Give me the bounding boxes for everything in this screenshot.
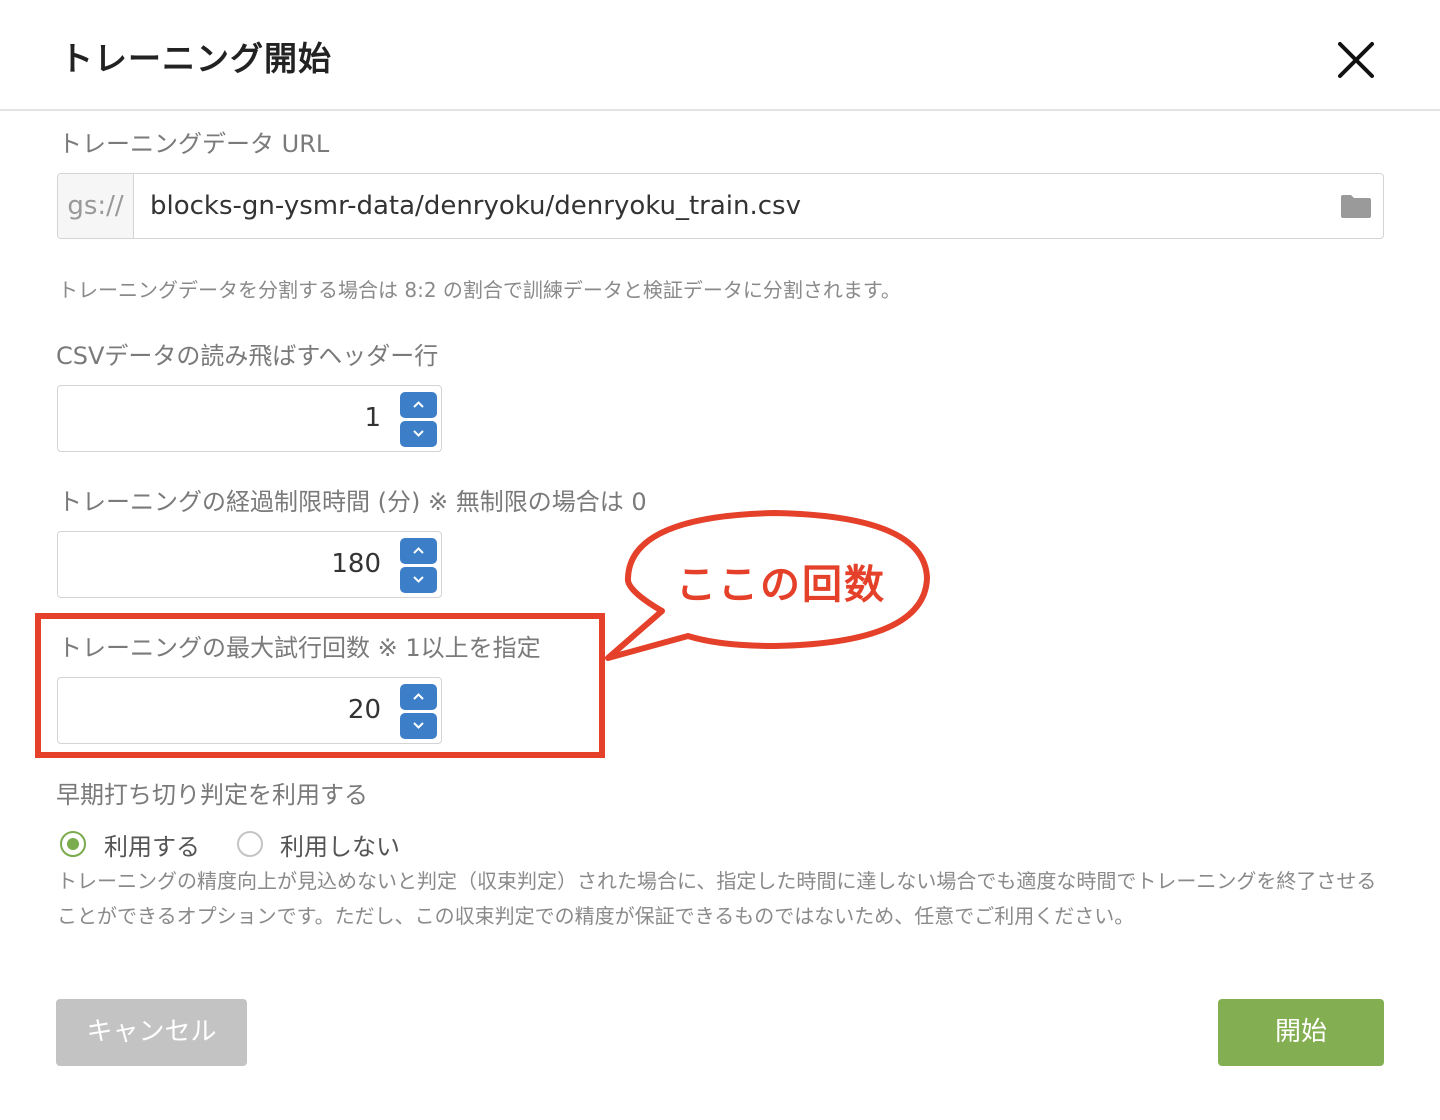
chevron-up-icon <box>413 547 424 554</box>
radio-not-use-label[interactable]: 利用しない <box>280 827 400 862</box>
early-stopping-label: 早期打ち切り判定を利用する <box>56 781 368 809</box>
start-button[interactable]: 開始 <box>1218 999 1384 1066</box>
split-hint: トレーニングデータを分割する場合は 8:2 の割合で訓練データと検証データに分割… <box>58 278 901 302</box>
chevron-up-icon <box>413 401 424 408</box>
skip-header-increment-button[interactable] <box>400 392 437 418</box>
close-icon <box>1338 42 1374 78</box>
callout-text: ここの回数 <box>676 562 886 608</box>
skip-header-input[interactable]: 1 <box>57 385 442 452</box>
skip-header-label: CSVデータの読み飛ばすヘッダー行 <box>56 342 439 370</box>
highlight-box <box>35 613 605 758</box>
url-prefix: gs:// <box>58 174 134 238</box>
skip-header-value[interactable]: 1 <box>364 386 381 451</box>
time-limit-increment-button[interactable] <box>400 538 437 564</box>
early-stopping-description: トレーニングの精度向上が見込めないと判定（収束判定）された場合に、指定した時間に… <box>57 869 1377 928</box>
radio-use-label[interactable]: 利用する <box>104 827 200 862</box>
folder-icon[interactable] <box>1340 193 1372 219</box>
radio-not-use[interactable] <box>237 831 263 857</box>
time-limit-decrement-button[interactable] <box>400 567 437 593</box>
training-data-label: トレーニングデータ URL <box>58 130 330 158</box>
chevron-down-icon <box>413 430 424 437</box>
time-limit-input[interactable]: 180 <box>57 531 442 598</box>
training-data-url-value[interactable]: blocks-gn-ysmr-data/denryoku/denryoku_tr… <box>150 174 801 238</box>
close-button[interactable] <box>1334 38 1378 82</box>
skip-header-decrement-button[interactable] <box>400 421 437 447</box>
chevron-down-icon <box>413 576 424 583</box>
time-limit-label: トレーニングの経過制限時間 (分) ※ 無制限の場合は 0 <box>58 488 647 516</box>
dialog-header: トレーニング開始 <box>0 0 1440 111</box>
training-data-url-field[interactable]: gs:// blocks-gn-ysmr-data/denryoku/denry… <box>57 173 1384 239</box>
time-limit-value[interactable]: 180 <box>331 532 381 597</box>
cancel-button[interactable]: キャンセル <box>56 999 247 1066</box>
radio-use[interactable] <box>60 831 86 857</box>
dialog-title: トレーニング開始 <box>60 39 332 78</box>
